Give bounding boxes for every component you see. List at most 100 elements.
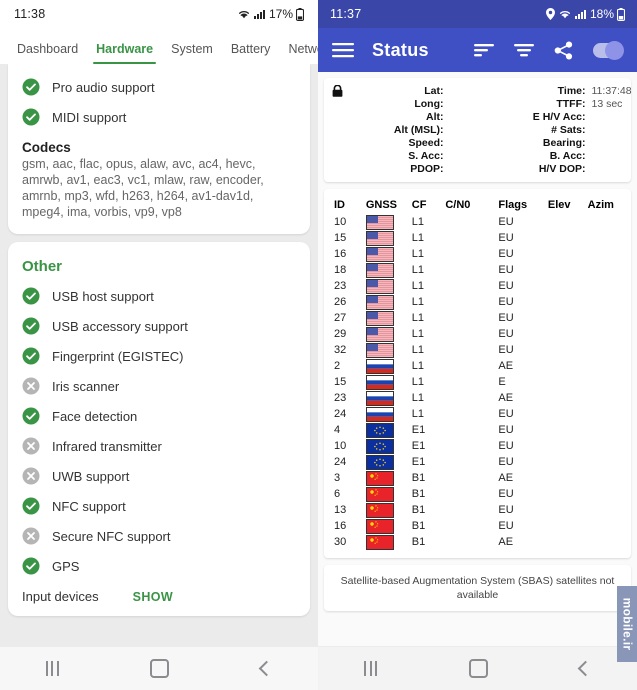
cell-cf: B1 bbox=[411, 504, 426, 516]
cell-id: 24 bbox=[334, 456, 347, 468]
table-row: 32 L1 EU bbox=[334, 342, 623, 358]
hardware-scroll-area[interactable]: Pro audio support MIDI support Codecs gs… bbox=[0, 64, 318, 646]
cell-cf: L1 bbox=[411, 264, 425, 276]
column-header-flags: Flags bbox=[498, 199, 528, 211]
filter-icon[interactable] bbox=[514, 42, 534, 58]
cell-cf: L1 bbox=[411, 392, 425, 404]
cell-flags: EU bbox=[498, 504, 514, 516]
fix-label: S. Acc: bbox=[408, 149, 444, 162]
cell-id: 13 bbox=[334, 504, 347, 516]
check-circle-icon bbox=[22, 347, 40, 365]
cell-cf: E1 bbox=[411, 440, 426, 452]
column-header-gnss: GNSS bbox=[365, 199, 397, 211]
cell-id: 15 bbox=[334, 232, 347, 244]
feature-label: NFC support bbox=[52, 498, 126, 514]
cell-cf: B1 bbox=[411, 536, 426, 548]
cell-id: 30 bbox=[334, 536, 347, 548]
dual-phone-screenshot: 11:38 17% Dashboard Hardware System Batt… bbox=[0, 0, 637, 690]
watermark: mobile.ir bbox=[617, 586, 637, 662]
tab-battery[interactable]: Battery bbox=[222, 42, 280, 64]
cn-flag bbox=[365, 502, 412, 518]
watermark-text: mobile.ir bbox=[620, 597, 634, 651]
cross-circle-icon bbox=[22, 527, 40, 545]
table-row: 24 L1 EU bbox=[334, 406, 623, 422]
recents-icon[interactable] bbox=[45, 661, 59, 676]
left-nav-bar[interactable] bbox=[0, 646, 318, 690]
right-phone-panel: 11:37 18% Status Lat: Long: Alt: Alt (MS… bbox=[318, 0, 637, 690]
cell-id: 23 bbox=[334, 280, 347, 292]
home-icon[interactable] bbox=[469, 659, 488, 678]
table-row: 30 B1 AE bbox=[334, 534, 623, 550]
fix-info-grid: Lat: Long: Alt: Alt (MSL): Speed: S. Acc… bbox=[324, 78, 632, 182]
cell-flags: AE bbox=[498, 536, 514, 548]
input-devices-row: Input devices SHOW bbox=[8, 581, 310, 606]
hamburger-menu-icon[interactable] bbox=[332, 42, 354, 58]
cell-cf: L1 bbox=[411, 216, 425, 228]
input-devices-show-button[interactable]: SHOW bbox=[133, 590, 174, 604]
tab-dashboard[interactable]: Dashboard bbox=[8, 42, 87, 64]
feature-row: Pro audio support bbox=[8, 72, 310, 102]
feature-label: Infrared transmitter bbox=[52, 438, 162, 454]
table-row: 15 L1 E bbox=[334, 374, 623, 390]
column-header-id: ID bbox=[334, 199, 345, 211]
feature-row: Infrared transmitter bbox=[8, 431, 310, 461]
sort-icon[interactable] bbox=[474, 42, 494, 58]
battery-icon bbox=[616, 7, 626, 21]
table-row: 26 L1 EU bbox=[334, 294, 623, 310]
ru-flag bbox=[365, 374, 412, 390]
codecs-heading: Codecs bbox=[22, 140, 71, 155]
fix-label: Speed: bbox=[408, 136, 444, 149]
fix-row: Speed: bbox=[332, 136, 478, 149]
tab-hardware[interactable]: Hardware bbox=[87, 42, 162, 64]
table-row: 24 E1 EU bbox=[334, 454, 623, 470]
cell-cf: B1 bbox=[411, 472, 426, 484]
column-header-elev: Elev bbox=[547, 199, 571, 211]
feature-label: Iris scanner bbox=[52, 378, 120, 394]
location-icon bbox=[545, 8, 555, 20]
right-nav-bar[interactable] bbox=[318, 646, 637, 690]
fix-row: Alt: bbox=[332, 110, 478, 123]
feature-label: USB host support bbox=[52, 288, 154, 304]
us-flag bbox=[365, 230, 412, 246]
back-icon[interactable] bbox=[258, 660, 275, 677]
gnss-toggle-switch[interactable] bbox=[593, 40, 624, 60]
eu-flag bbox=[365, 438, 412, 454]
cell-flags: EU bbox=[498, 296, 514, 308]
ru-flag bbox=[365, 406, 412, 422]
us-flag bbox=[365, 214, 412, 230]
signal-icon bbox=[253, 8, 266, 20]
fix-row: Lat: bbox=[332, 84, 478, 97]
feature-row: USB accessory support bbox=[8, 311, 310, 341]
recents-icon[interactable] bbox=[364, 661, 377, 676]
home-icon[interactable] bbox=[150, 659, 170, 678]
feature-label: GPS bbox=[52, 558, 80, 574]
cell-flags: AE bbox=[498, 392, 514, 404]
table-row: 4 E1 EU bbox=[334, 422, 623, 438]
back-icon[interactable] bbox=[577, 660, 594, 677]
cell-cf: L1 bbox=[411, 360, 425, 372]
cell-flags: EU bbox=[498, 424, 514, 436]
other-card: Other USB host support USB accessory sup… bbox=[8, 242, 310, 616]
table-row: 15 L1 EU bbox=[334, 230, 623, 246]
cross-circle-icon bbox=[22, 467, 40, 485]
table-row: 10 L1 EU bbox=[334, 214, 623, 230]
signal-icon bbox=[574, 8, 587, 20]
fix-row: # Sats: bbox=[478, 123, 624, 136]
share-icon[interactable] bbox=[554, 41, 573, 60]
fix-label: Lat: bbox=[424, 84, 444, 97]
left-phone-panel: 11:38 17% Dashboard Hardware System Batt… bbox=[0, 0, 318, 690]
fix-label: B. Acc: bbox=[549, 149, 586, 162]
tab-network[interactable]: Networ bbox=[279, 42, 318, 64]
tab-system[interactable]: System bbox=[162, 42, 222, 64]
cell-flags: EU bbox=[498, 264, 514, 276]
feature-label: UWB support bbox=[52, 468, 130, 484]
hardware-tab-bar[interactable]: Dashboard Hardware System Battery Networ bbox=[0, 28, 318, 64]
cell-cf: E1 bbox=[411, 456, 426, 468]
ru-flag bbox=[365, 358, 412, 374]
table-row: 29 L1 EU bbox=[334, 326, 623, 342]
cell-flags: EU bbox=[498, 312, 514, 324]
feature-row: NFC support bbox=[8, 491, 310, 521]
fix-row: E H/V Acc: bbox=[478, 110, 624, 123]
feature-row: UWB support bbox=[8, 461, 310, 491]
cell-id: 3 bbox=[334, 472, 341, 484]
